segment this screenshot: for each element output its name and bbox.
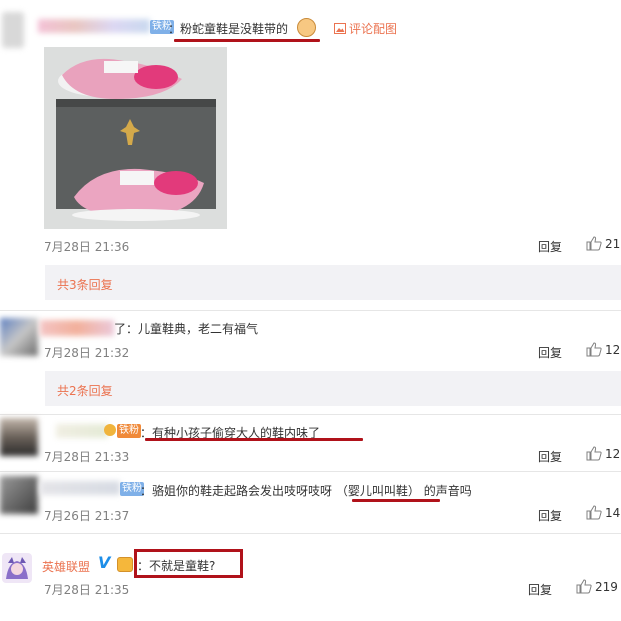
username-blurred[interactable] xyxy=(56,424,108,438)
thumbs-up-icon xyxy=(586,505,602,520)
divider xyxy=(0,310,621,311)
comment-time: 7月28日 21:35 xyxy=(44,583,130,597)
divider xyxy=(0,533,621,534)
avatar[interactable] xyxy=(2,12,24,48)
crown-icon xyxy=(117,557,133,572)
divider xyxy=(0,471,621,472)
username-blurred[interactable] xyxy=(38,19,150,33)
comment-text: ：骆姐你的鞋走起路会发出吱呀吱呀 （婴儿叫叫鞋） 的声音吗 xyxy=(140,484,472,498)
like-button[interactable]: 14 xyxy=(586,505,620,520)
thumbs-up-icon xyxy=(586,236,602,251)
comment-time: 7月28日 21:33 xyxy=(44,450,130,464)
avatar[interactable] xyxy=(0,318,38,356)
reply-button[interactable]: 回复 xyxy=(528,581,552,598)
fan-badge: 铁粉 xyxy=(117,424,141,438)
comment-time: 7月26日 21:37 xyxy=(44,509,130,523)
avatar[interactable] xyxy=(0,418,38,456)
view-replies-link[interactable]: 共3条回复 xyxy=(57,276,113,293)
like-button[interactable]: 12 xyxy=(586,342,620,357)
like-button[interactable]: 219 xyxy=(576,579,618,594)
like-button[interactable]: 12 xyxy=(586,446,620,461)
comment-image-action[interactable]: 评论配图 xyxy=(334,20,397,37)
image-icon xyxy=(334,23,346,34)
sub-replies-box[interactable]: 共3条回复 xyxy=(45,265,621,300)
highlight-underline xyxy=(352,499,440,502)
thumbs-up-icon xyxy=(576,579,592,594)
username-blurred[interactable] xyxy=(40,320,114,336)
comment-text: 了：儿童鞋典，老二有福气 xyxy=(114,322,259,336)
comment-image[interactable] xyxy=(44,47,227,229)
comment-text: ：不就是童鞋? xyxy=(137,559,216,573)
username-blurred[interactable] xyxy=(40,481,120,495)
verified-icon: V xyxy=(98,553,111,572)
divider xyxy=(0,414,621,415)
view-replies-link[interactable]: 共2条回复 xyxy=(57,382,113,399)
reply-button[interactable]: 回复 xyxy=(538,507,562,524)
reply-button[interactable]: 回复 xyxy=(538,238,562,255)
medal-icon xyxy=(104,424,116,436)
cat-emoji-icon xyxy=(297,18,316,37)
comment-time: 7月28日 21:36 xyxy=(44,240,130,254)
like-button[interactable]: 21 xyxy=(586,236,620,251)
reply-button[interactable]: 回复 xyxy=(538,448,562,465)
comment-time: 7月28日 21:32 xyxy=(44,346,130,360)
avatar[interactable] xyxy=(2,553,32,583)
thumbs-up-icon xyxy=(586,342,602,357)
avatar[interactable] xyxy=(0,476,38,514)
highlight-underline xyxy=(174,39,320,42)
comment-text: ：粉蛇童鞋是没鞋带的 xyxy=(168,22,289,36)
sub-replies-box[interactable]: 共2条回复 xyxy=(45,371,621,406)
thumbs-up-icon xyxy=(586,446,602,461)
reply-button[interactable]: 回复 xyxy=(538,344,562,361)
username[interactable]: 英雄联盟 xyxy=(42,558,90,575)
highlight-underline xyxy=(145,438,363,441)
